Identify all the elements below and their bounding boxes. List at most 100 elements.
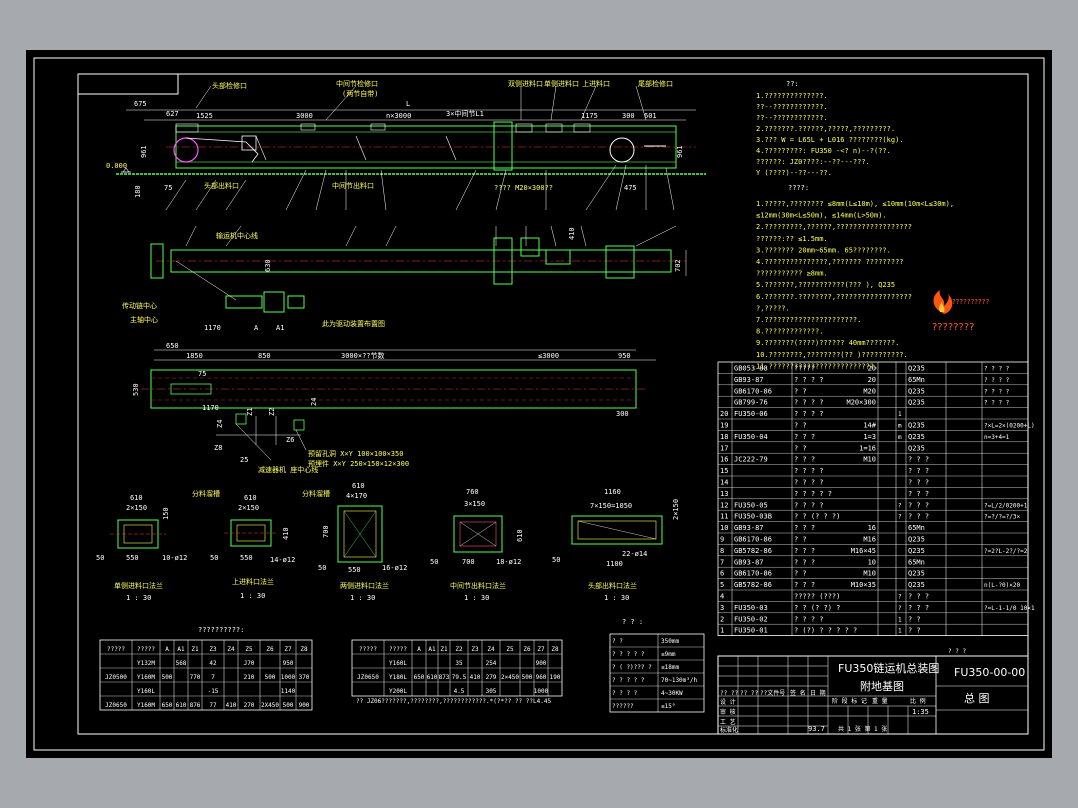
found-25: 25	[240, 456, 248, 464]
flange-4-scale: 1 : 30	[464, 594, 489, 602]
bom-cell: JC222-79	[734, 456, 768, 464]
bom-cell: ? ? ?	[908, 467, 929, 475]
bom-cell: ?×L=2×(0200+L)	[984, 423, 1035, 430]
flange-4-d2: 3×150	[464, 500, 485, 508]
bom-cell: ? ? ? ?	[984, 400, 1010, 407]
bom-cell: ? ?	[794, 444, 807, 452]
param-value: 70~130m³/h	[661, 677, 698, 684]
dim-nx3000: n×3000	[386, 112, 411, 120]
found-Z2: Z2	[268, 408, 276, 416]
code-box	[77, 73, 179, 95]
bom-cell: 7	[720, 558, 724, 566]
bom-cell: M16×45	[851, 547, 876, 555]
table-header: Z1	[191, 646, 199, 653]
flange-4-d4: 18-ø12	[496, 558, 521, 566]
dim-plan-A1: A1	[276, 324, 284, 332]
bom-cell: M10×35	[851, 581, 876, 589]
bom-cell: ? ? ?	[908, 490, 929, 498]
flange-3-d2: 4×170	[346, 492, 367, 500]
cad-drawing: 头部检修口 中间节检修口 (两节自带) 双侧进料口 单侧进料口 上进料口 尾部检…	[33, 57, 1045, 751]
sign-3: 标准化	[720, 726, 738, 734]
bom-cell: GB5782-86	[734, 581, 772, 589]
bom-cell: ? ? ? ?	[984, 388, 1010, 395]
bom-cell: FU350-04	[734, 433, 768, 441]
table-header: Z5	[506, 646, 514, 653]
dim-961-right: 961	[676, 145, 684, 158]
flange-3-d5: 50	[318, 564, 326, 572]
req-line: 2.?????????,??????,??????????????????	[756, 223, 912, 231]
table-cell: 500	[162, 674, 173, 681]
bom-cell: ?=L-1-1/0 10×1	[984, 605, 1035, 612]
flange-5	[571, 515, 663, 545]
table-cell: 610	[427, 674, 438, 681]
bom-cell: 1	[898, 628, 902, 635]
label-reducer-center: 减速器机 座中心线	[258, 465, 318, 474]
tech-line: ??--????????????.	[756, 103, 828, 111]
bom-cell: m	[898, 423, 902, 430]
drawing-name: 总 图	[964, 691, 990, 705]
flange-2-d2: 2×150	[238, 504, 259, 512]
dim-630: 630	[264, 259, 272, 272]
label-reserve-hole2: 预埋件 X×Y 250×150×12×300	[308, 459, 409, 468]
bom-cell: 6	[720, 570, 724, 578]
sheet-info: 共 1 张 第 1 张	[838, 725, 887, 733]
found-650: 650	[166, 342, 179, 350]
stage-2: 比 例	[910, 697, 926, 705]
found-24: 24	[310, 398, 318, 406]
dim-1525: 1525	[196, 112, 213, 120]
bom-cell: 1=16	[859, 444, 876, 452]
bom-cell: ? ? ? ?	[794, 615, 824, 623]
bom-cell: 1	[720, 627, 724, 635]
bom-cell: Q235	[908, 387, 925, 395]
bom-cell: ? ? ?	[794, 558, 815, 566]
bom-cell: 10	[720, 524, 728, 532]
flange-1-d4: 10-ø12	[162, 554, 187, 562]
flange-1-d5: 50	[96, 554, 104, 562]
flange-5-name: 头部出料口法兰	[588, 581, 637, 590]
stage-0: 阶 段 标 记	[832, 697, 867, 705]
table-cell: 370	[299, 674, 310, 681]
flange-3-name: 两侧进料口法兰	[340, 581, 389, 590]
found-le3000: ≤3000	[538, 352, 559, 360]
tech-title: ??:	[786, 80, 799, 88]
found-530: 530	[132, 383, 140, 396]
table-header: ?????	[389, 646, 407, 653]
found-1850: 1850	[186, 352, 203, 360]
bom-cell: ????? (???)	[794, 593, 840, 601]
tech-line: Y (????)--??---??.	[756, 169, 832, 177]
flange-3-d3: 550	[348, 566, 361, 574]
table-cell: 1000	[534, 688, 549, 695]
req-line: 3.??????? 20mm~65mm. 65????????.	[756, 246, 891, 254]
flame-logo	[933, 290, 953, 314]
sign-2: 工 艺	[720, 718, 736, 726]
param-value: ≤18mm	[661, 664, 679, 671]
req-line: ??????:?? ≤1.5mm.	[756, 235, 828, 243]
bom-cell: GB93-87	[734, 524, 764, 532]
table-cell: 270	[244, 702, 255, 709]
sign-0: 设 计	[720, 698, 736, 706]
bom-cell: FU350-06	[734, 410, 768, 418]
bom-cell: ? ? ?	[908, 501, 929, 509]
label-tail-inspect: 尾部检修口	[638, 79, 673, 88]
table-header: Z2	[455, 646, 463, 653]
req-line: 10.????????,????????(?? )??????????.	[756, 351, 908, 359]
table-header: Z6	[266, 646, 274, 653]
flange-5-d1: 1160	[604, 488, 621, 496]
label-mid-inspect: 中间节检修口	[336, 79, 378, 88]
table-cell: Y160M	[137, 674, 155, 681]
label-main-shaft-center: 主轴中心	[130, 315, 158, 324]
label-single-feed: 单侧进料口	[544, 79, 579, 88]
table-header: Z4	[487, 646, 495, 653]
drawing-weight: 93.7	[808, 725, 825, 733]
label-drive-note: 此为驱动装置布置图	[322, 319, 385, 328]
flange-5-d4: 22-ø14	[622, 550, 647, 558]
bom-cell: ?????	[794, 365, 815, 373]
bom-cell: 65Mn	[908, 376, 925, 384]
bom-cell: 2	[720, 615, 724, 623]
bom-cell: FU350-03B	[734, 513, 772, 521]
flange-4-name: 中间节出料口法兰	[450, 581, 506, 590]
bom-cell: FU350-02	[734, 615, 768, 623]
table-cell: 279	[486, 674, 497, 681]
bom-cell: ? ? (? ?) ?	[794, 604, 840, 612]
bom-cell: 14	[720, 479, 728, 487]
